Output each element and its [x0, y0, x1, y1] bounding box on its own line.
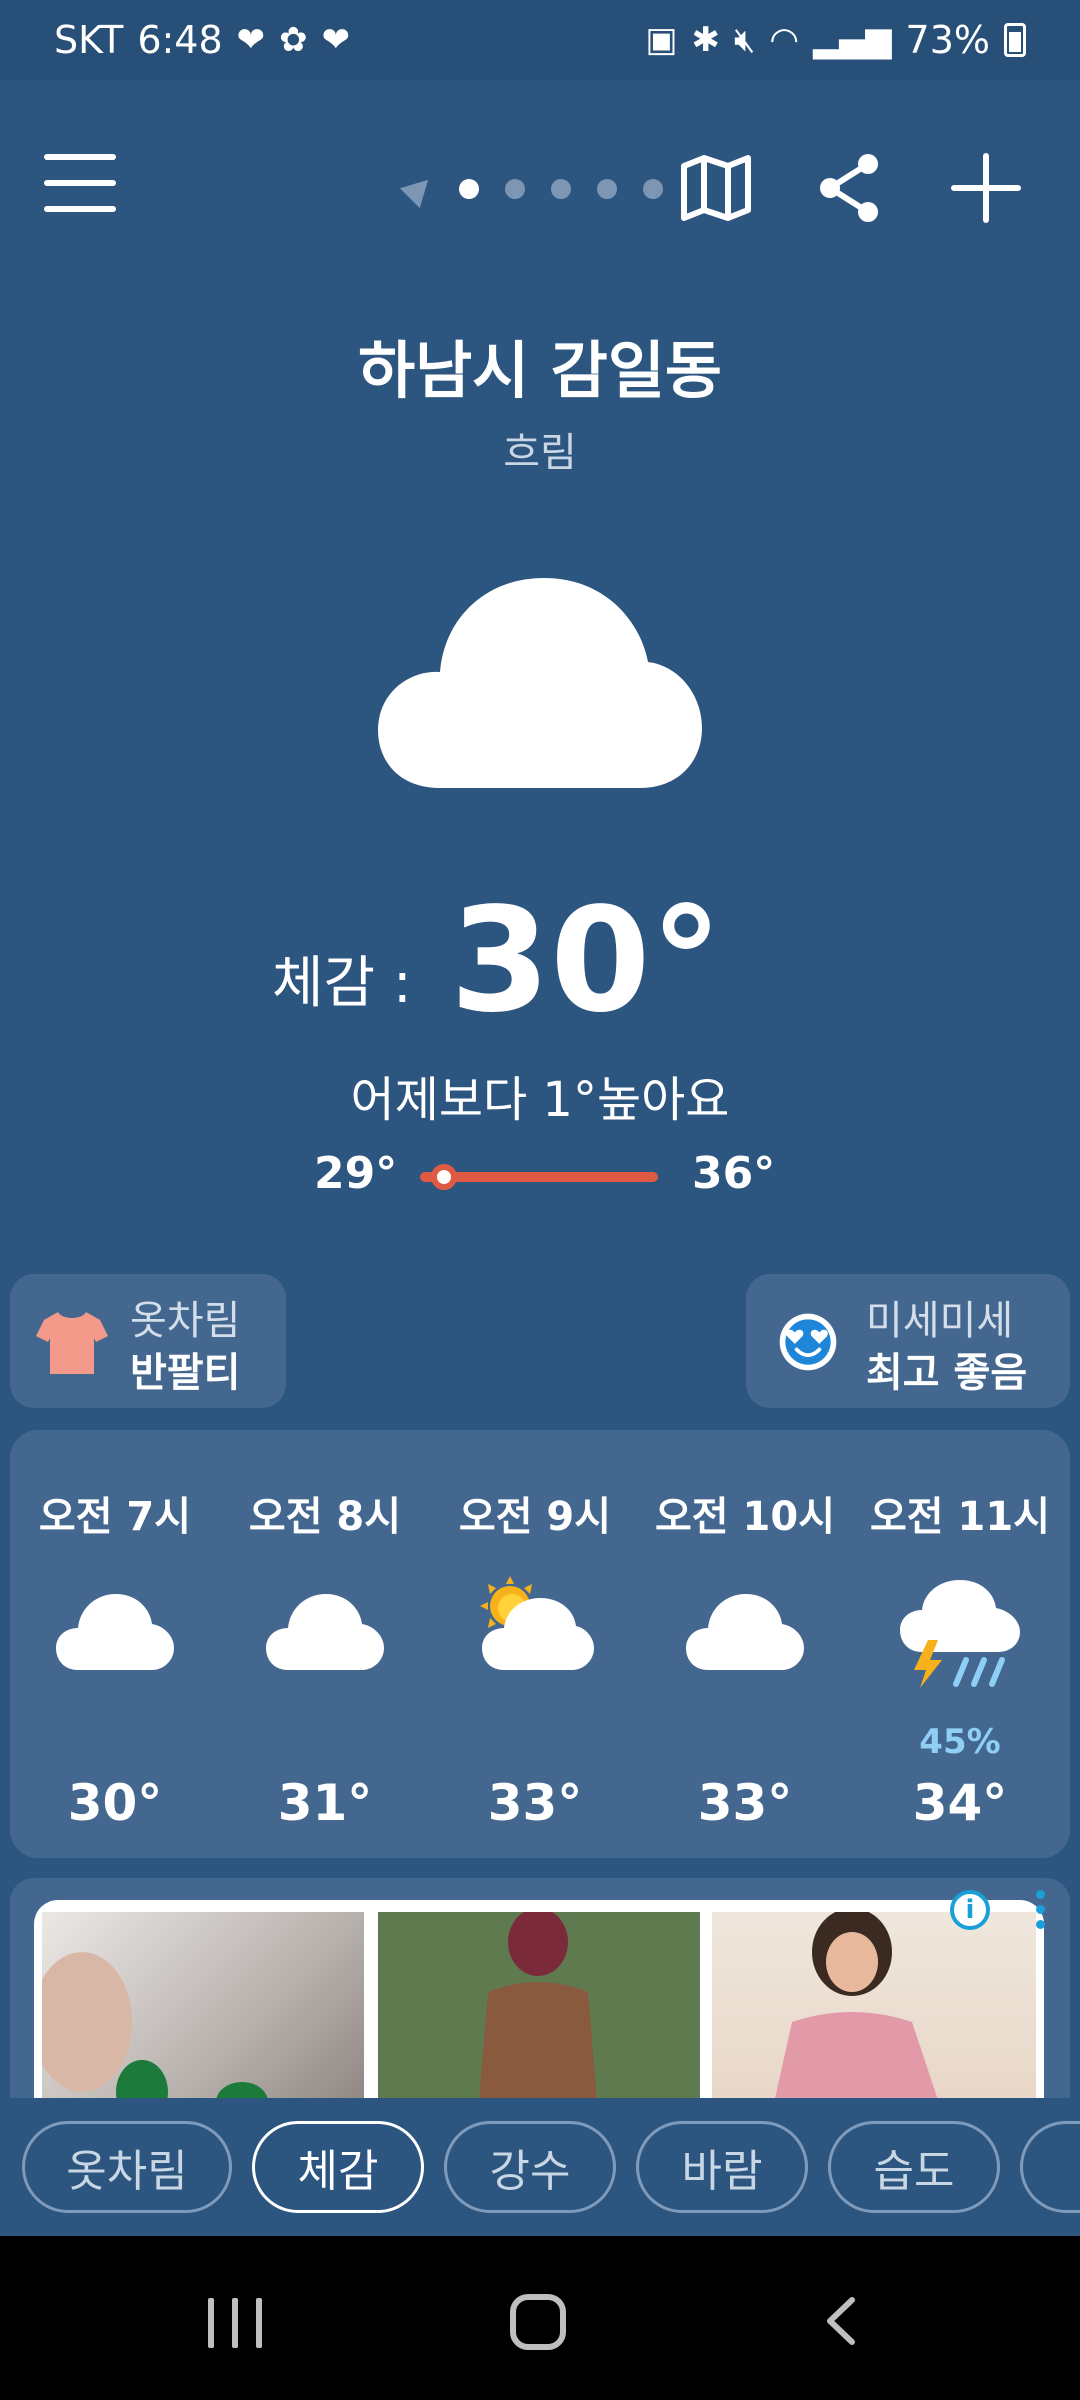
- signal-icon: ▂▄▆: [813, 20, 892, 60]
- yesterday-comparison: 어제보다 1°높아요: [350, 1072, 730, 1128]
- heart-eyes-face-icon: [779, 1313, 837, 1371]
- cloud-icon: [56, 1594, 174, 1670]
- status-right: ▣ ✱ 🔇︎ ◠ ▂▄▆ 73%: [645, 18, 1026, 62]
- hour-temperature: 30°: [67, 1774, 163, 1832]
- cloud-icon: [686, 1594, 804, 1670]
- map-icon[interactable]: [678, 150, 754, 226]
- outfit-value: 반팔티: [130, 1350, 241, 1396]
- back-icon[interactable]: [820, 2296, 860, 2346]
- hour-time: 오전 8시: [248, 1494, 402, 1540]
- notification-heart-icon: ❤: [321, 20, 351, 60]
- hourly-item: 오전 9시 33°: [430, 1430, 640, 1858]
- tab-next-partial[interactable]: [1020, 2121, 1080, 2213]
- wifi-icon: ◠: [769, 20, 800, 60]
- partly-sunny-icon: [480, 1576, 594, 1670]
- ad-banner[interactable]: i: [10, 1878, 1070, 2098]
- feels-like: 체감 : 30°: [0, 880, 1080, 1040]
- recent-apps-icon[interactable]: [208, 2298, 262, 2348]
- system-navigation-bar: [0, 2236, 1080, 2400]
- temperature-range: 29° 36°: [0, 1148, 1080, 1208]
- ad-image-pajamas[interactable]: [712, 1908, 1036, 2098]
- hour-time: 오전 7시: [38, 1494, 192, 1540]
- tab-wind[interactable]: 바람: [636, 2121, 808, 2213]
- category-tabs: 옷차림 체감 강수 바람 습도: [0, 2098, 1080, 2236]
- tab-outfit[interactable]: 옷차림: [22, 2121, 232, 2213]
- range-knob: [430, 1164, 457, 1190]
- cloud-icon: [266, 1594, 384, 1670]
- page-dot[interactable]: [643, 179, 663, 199]
- fine-dust-value: 최고 좋음: [866, 1350, 1028, 1396]
- hour-precipitation: 45%: [919, 1722, 1001, 1762]
- current-location-icon: [399, 169, 439, 209]
- page-dot[interactable]: [505, 179, 525, 199]
- more-options-icon[interactable]: [1032, 1890, 1048, 1934]
- outfit-card[interactable]: 옷차림 반팔티: [10, 1274, 286, 1408]
- fine-dust-card[interactable]: 미세미세 최고 좋음: [746, 1274, 1070, 1408]
- page-dot[interactable]: [597, 179, 617, 199]
- page-dot[interactable]: [459, 179, 479, 199]
- ad-image-earrings[interactable]: [34, 1912, 364, 2098]
- page-dot[interactable]: [551, 179, 571, 199]
- hourly-forecast[interactable]: 오전 7시 30° 오전 8시 31° 오전 9시 33° 오전 10시 33°…: [10, 1430, 1070, 1858]
- notification-heart-icon: ❤: [236, 20, 266, 60]
- hourly-item: 오전 7시 30°: [10, 1430, 220, 1858]
- hour-temperature: 33°: [697, 1774, 793, 1832]
- location-name[interactable]: 하남시 감일동: [0, 320, 1080, 410]
- tab-humidity[interactable]: 습도: [828, 2121, 1000, 2213]
- share-icon[interactable]: [812, 150, 888, 226]
- feels-temperature: 30°: [450, 876, 723, 1044]
- ad-info-icon[interactable]: i: [950, 1890, 990, 1930]
- min-temperature: 29°: [314, 1148, 398, 1199]
- tab-precipitation[interactable]: 강수: [444, 2121, 616, 2213]
- add-icon[interactable]: [948, 150, 1024, 226]
- hourly-item: 오전 11시 45% 34°: [850, 1430, 1070, 1858]
- hour-temperature: 31°: [277, 1774, 373, 1832]
- hour-temperature: 34°: [912, 1774, 1008, 1832]
- mute-icon: 🔇︎: [733, 20, 756, 60]
- carrier-label: SKT: [54, 18, 124, 62]
- hourly-item: 오전 10시 33°: [640, 1430, 850, 1858]
- feels-label: 체감 :: [272, 951, 412, 1016]
- clock: 6:48: [137, 18, 223, 62]
- ad-image-dress[interactable]: [378, 1908, 700, 2098]
- page-indicator: [399, 169, 663, 209]
- tshirt-icon: [36, 1312, 108, 1374]
- ad-content[interactable]: [34, 1900, 1044, 2098]
- weather-condition: 흐림: [503, 430, 577, 476]
- hourly-item: 오전 8시 31°: [220, 1430, 430, 1858]
- cloud-icon: [378, 578, 702, 788]
- thunder-rain-icon: [900, 1580, 1020, 1688]
- hour-temperature: 33°: [487, 1774, 583, 1832]
- tab-feels-like[interactable]: 체감: [252, 2121, 424, 2213]
- menu-icon[interactable]: [44, 154, 116, 220]
- top-toolbar: [0, 140, 1080, 240]
- notification-flower-icon: ✿: [279, 20, 308, 60]
- outfit-title: 옷차림: [130, 1298, 241, 1344]
- hour-time: 오전 11시: [870, 1494, 1050, 1540]
- hour-time: 오전 9시: [458, 1494, 612, 1540]
- home-icon[interactable]: [510, 2294, 566, 2350]
- bluetooth-icon: ✱: [691, 20, 720, 60]
- status-bar: SKT 6:48 ❤ ✿ ❤ ▣ ✱ 🔇︎ ◠ ▂▄▆ 73%: [0, 0, 1080, 80]
- battery-percent: 73%: [905, 18, 990, 62]
- hour-time: 오전 10시: [655, 1494, 835, 1540]
- battery-icon: [1004, 23, 1026, 57]
- fine-dust-title: 미세미세: [866, 1298, 1014, 1344]
- status-left: SKT 6:48 ❤ ✿ ❤: [54, 18, 350, 62]
- max-temperature: 36°: [692, 1148, 776, 1199]
- battery-saver-icon: ▣: [645, 20, 678, 60]
